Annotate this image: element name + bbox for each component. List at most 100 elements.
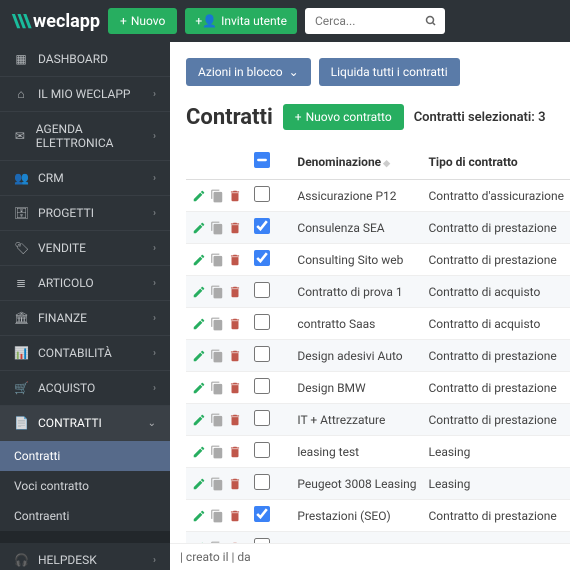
sidebar-subitem-contraenti[interactable]: Contraenti: [0, 501, 170, 531]
row-checkbox[interactable]: [254, 474, 270, 490]
edit-icon[interactable]: [192, 477, 206, 491]
delete-icon[interactable]: [228, 413, 242, 427]
edit-icon[interactable]: [192, 413, 206, 427]
sidebar-item-crm[interactable]: 👥CRM›: [0, 161, 170, 196]
table-row: Design adesivi Auto Contratto di prestaz…: [186, 340, 570, 372]
delete-icon[interactable]: [228, 221, 242, 235]
bulk-actions-button[interactable]: Azioni in blocco⌄: [186, 58, 311, 86]
table-row: Peugeot 3008 Leasing Leasing: [186, 468, 570, 500]
sidebar-item-articolo[interactable]: ≣ARTICOLO›: [0, 266, 170, 301]
cell-name[interactable]: Design BMW: [291, 372, 422, 404]
delete-icon[interactable]: [228, 349, 242, 363]
col-name-label: Denominazione: [297, 155, 381, 169]
cell-type: Leasing: [423, 468, 570, 500]
edit-icon[interactable]: [192, 317, 206, 331]
chevron-right-icon: ›: [153, 348, 156, 359]
cell-type: Contratto di prestazione: [423, 212, 570, 244]
copy-icon[interactable]: [210, 445, 224, 459]
cell-name[interactable]: Contratto di prova 1: [291, 276, 422, 308]
cell-type: Contratto di acquisto: [423, 308, 570, 340]
sidebar-item-acquisto[interactable]: 🛒ACQUISTO›: [0, 371, 170, 406]
edit-icon[interactable]: [192, 189, 206, 203]
delete-icon[interactable]: [228, 253, 242, 267]
nav-label: IL MIO WECLAPP: [38, 87, 131, 101]
edit-icon[interactable]: [192, 285, 206, 299]
sidebar-item-vendite[interactable]: 🏷VENDITE›: [0, 231, 170, 266]
delete-icon[interactable]: [228, 317, 242, 331]
delete-icon[interactable]: [228, 381, 242, 395]
delete-icon[interactable]: [228, 189, 242, 203]
sidebar-item-helpdesk[interactable]: 🎧HELPDESK›: [0, 543, 170, 570]
cell-name[interactable]: Design adesivi Auto: [291, 340, 422, 372]
copy-icon[interactable]: [210, 509, 224, 523]
delete-icon[interactable]: [228, 285, 242, 299]
col-type[interactable]: Tipo di contratto: [423, 144, 570, 180]
cell-type: Contratto d'assicurazione: [423, 180, 570, 212]
footer-by-label: da: [237, 550, 250, 564]
search-icon[interactable]: [425, 15, 437, 27]
nav-label: HELPDESK: [38, 553, 97, 567]
app-header: \\\weclapp +Nuovo +👤Invita utente: [0, 0, 570, 42]
delete-icon[interactable]: [228, 509, 242, 523]
nav-label: CONTABILITÀ: [38, 346, 112, 360]
nav-label: ARTICOLO: [38, 276, 94, 290]
copy-icon[interactable]: [210, 349, 224, 363]
sidebar-item-agenda-elettronica[interactable]: ✉AGENDA ELETTRONICA›: [0, 112, 170, 161]
invite-button-label: Invita utente: [221, 14, 287, 28]
copy-icon[interactable]: [210, 317, 224, 331]
copy-icon[interactable]: [210, 477, 224, 491]
sidebar-item-il-mio-weclapp[interactable]: ⌂IL MIO WECLAPP›: [0, 77, 170, 112]
chevron-right-icon: ›: [153, 243, 156, 254]
edit-icon[interactable]: [192, 253, 206, 267]
search-input[interactable]: [305, 8, 445, 34]
copy-icon[interactable]: [210, 381, 224, 395]
row-checkbox[interactable]: [254, 186, 270, 202]
row-checkbox[interactable]: [254, 282, 270, 298]
plus-icon: +: [295, 110, 302, 124]
delete-icon[interactable]: [228, 445, 242, 459]
liquidate-all-button[interactable]: Liquida tutti i contratti: [319, 58, 460, 86]
sidebar-item-contabilità[interactable]: 📊CONTABILITÀ›: [0, 336, 170, 371]
invite-user-button[interactable]: +👤Invita utente: [185, 8, 297, 34]
cell-name[interactable]: contratto Saas: [291, 308, 422, 340]
sidebar-item-contratti[interactable]: 📄CONTRATTI⌄: [0, 406, 170, 441]
sidebar-item-dashboard[interactable]: ▦DASHBOARD: [0, 42, 170, 77]
nav-label: FINANZE: [38, 311, 87, 325]
cell-name[interactable]: Peugeot 3008 Leasing: [291, 468, 422, 500]
cell-name[interactable]: Prestazioni (SEO): [291, 500, 422, 532]
copy-icon[interactable]: [210, 253, 224, 267]
select-all-checkbox[interactable]: [254, 152, 270, 168]
row-checkbox[interactable]: [254, 314, 270, 330]
cell-name[interactable]: Consulting Sito web: [291, 244, 422, 276]
edit-icon[interactable]: [192, 349, 206, 363]
cell-name[interactable]: IT + Attrezzature: [291, 404, 422, 436]
col-name[interactable]: Denominazione◆: [291, 144, 422, 180]
edit-icon[interactable]: [192, 381, 206, 395]
cell-name[interactable]: Consulenza SEA: [291, 212, 422, 244]
row-checkbox[interactable]: [254, 410, 270, 426]
copy-icon[interactable]: [210, 285, 224, 299]
copy-icon[interactable]: [210, 221, 224, 235]
row-checkbox[interactable]: [254, 346, 270, 362]
copy-icon[interactable]: [210, 413, 224, 427]
sidebar-subitem-contratti[interactable]: Contratti: [0, 441, 170, 471]
row-checkbox[interactable]: [254, 218, 270, 234]
edit-icon[interactable]: [192, 221, 206, 235]
cell-name[interactable]: Assicurazione P12: [291, 180, 422, 212]
table-row: Assicurazione P12 Contratto d'assicurazi…: [186, 180, 570, 212]
edit-icon[interactable]: [192, 509, 206, 523]
delete-icon[interactable]: [228, 477, 242, 491]
sidebar-item-finanze[interactable]: 🏛FINANZE›: [0, 301, 170, 336]
sidebar-subitem-voci-contratto[interactable]: Voci contratto: [0, 471, 170, 501]
edit-icon[interactable]: [192, 445, 206, 459]
row-checkbox[interactable]: [254, 506, 270, 522]
cell-name[interactable]: leasing test: [291, 436, 422, 468]
new-contract-button[interactable]: +Nuovo contratto: [283, 104, 404, 130]
sidebar-item-progetti[interactable]: 🗄PROGETTI›: [0, 196, 170, 231]
copy-icon[interactable]: [210, 189, 224, 203]
row-checkbox[interactable]: [254, 442, 270, 458]
row-checkbox[interactable]: [254, 250, 270, 266]
row-checkbox[interactable]: [254, 378, 270, 394]
chevron-right-icon: ›: [153, 383, 156, 394]
new-button[interactable]: +Nuovo: [108, 8, 177, 34]
